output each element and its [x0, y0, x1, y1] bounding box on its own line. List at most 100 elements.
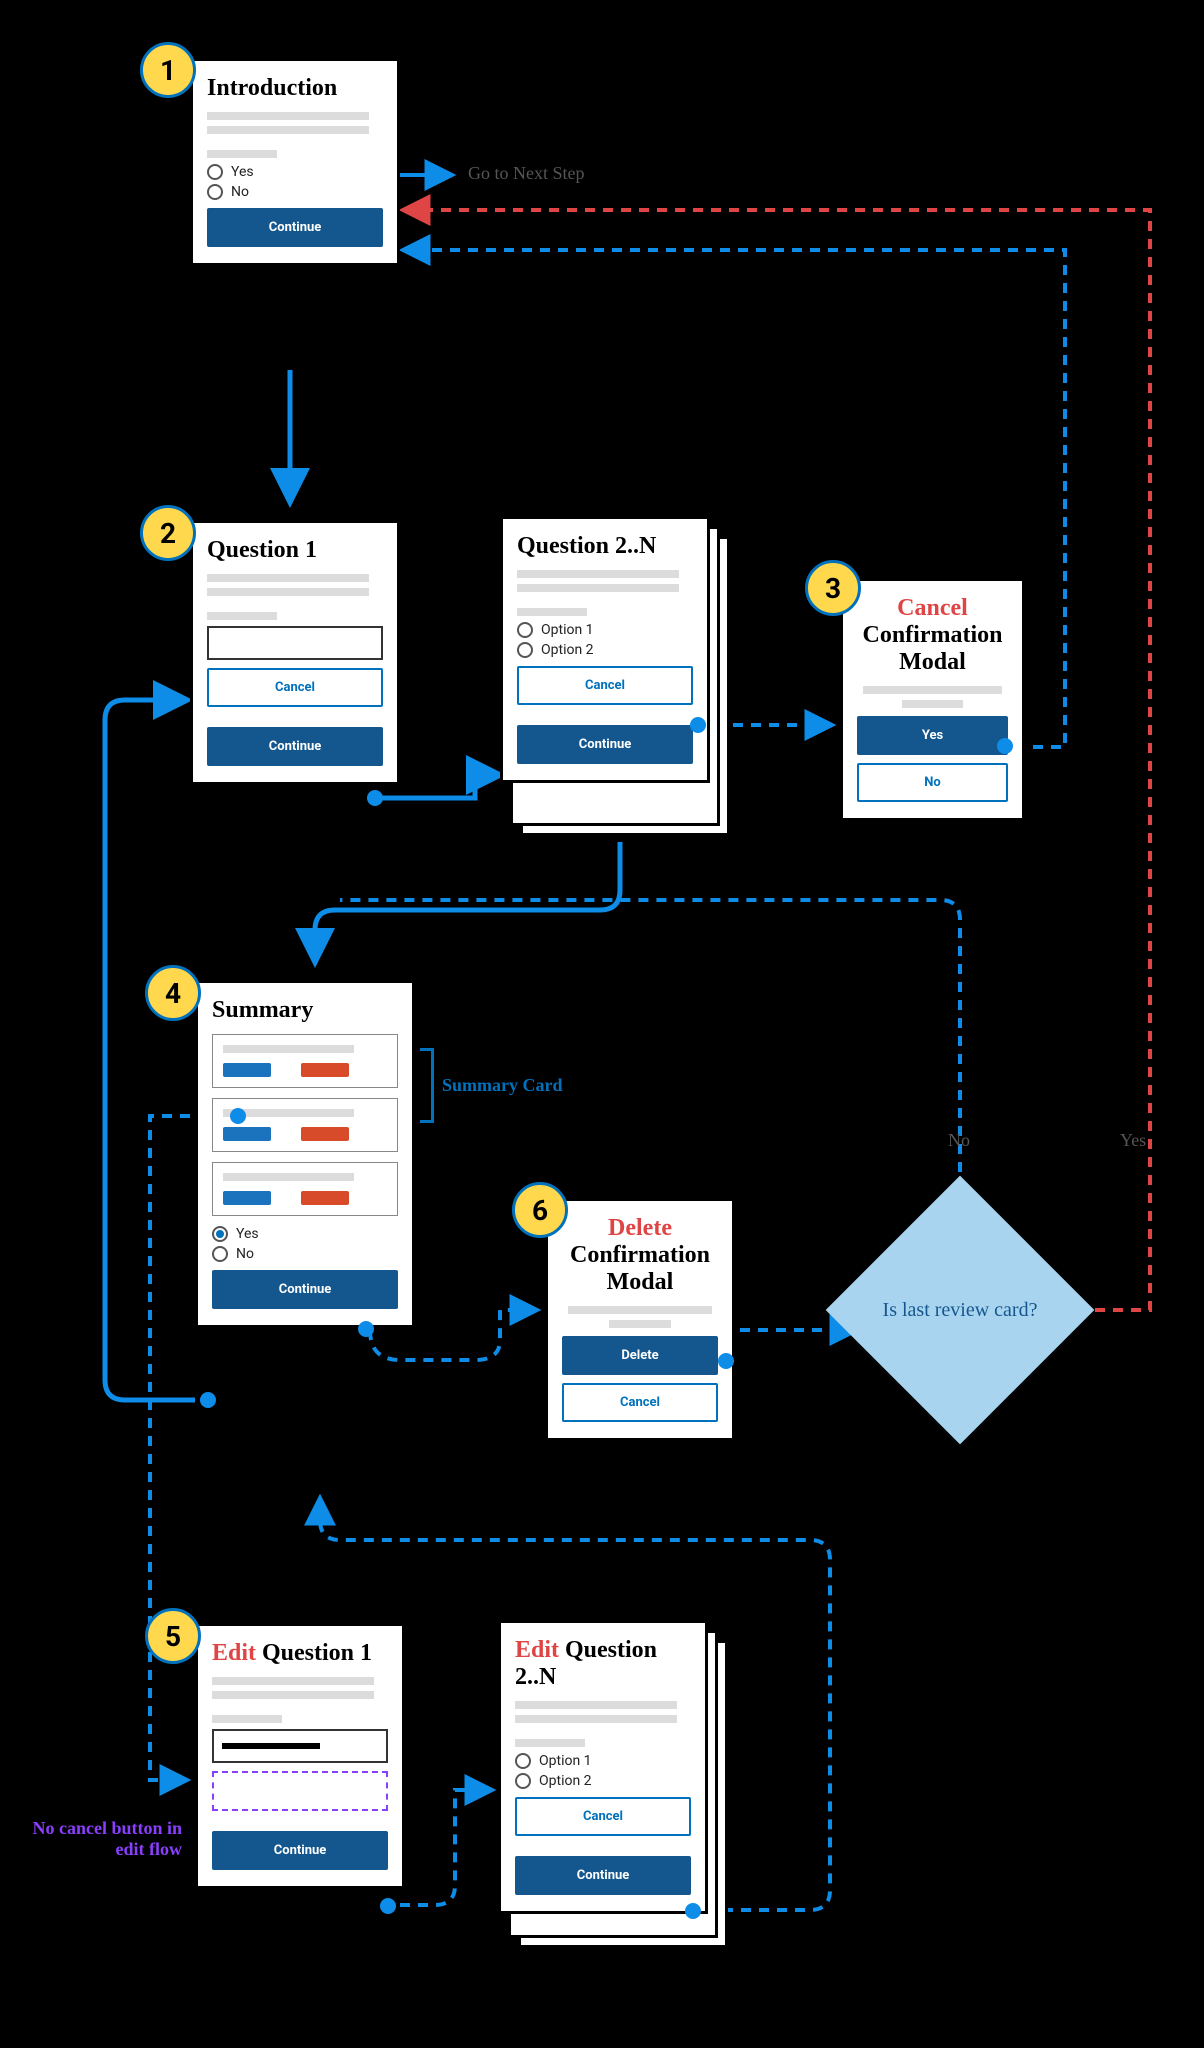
- placeholder: [207, 150, 277, 158]
- placeholder: [517, 584, 679, 592]
- radio-icon: [212, 1246, 228, 1262]
- card-title: Edit Question 1: [212, 1640, 388, 1667]
- continue-button[interactable]: Continue: [207, 727, 383, 766]
- card-cancel-modal: CancelConfirmation Modal Yes No: [840, 578, 1025, 821]
- radio-option1[interactable]: Option 1: [515, 1753, 691, 1769]
- radio-option2[interactable]: Option 2: [515, 1773, 691, 1789]
- badge-num: 5: [165, 1620, 181, 1653]
- placeholder: [515, 1739, 585, 1747]
- radio-label: Yes: [231, 164, 254, 180]
- button-label: Continue: [579, 737, 632, 752]
- edit-mini-button[interactable]: [223, 1191, 271, 1205]
- card-edit-qn: Edit Question 2..N Option 1 Option 2 Can…: [498, 1620, 708, 1914]
- radio-label: Option 1: [539, 1753, 592, 1769]
- delete-mini-button[interactable]: [301, 1127, 349, 1141]
- button-label: Continue: [279, 1282, 332, 1297]
- title-rest: Confirmation Modal: [570, 1242, 710, 1295]
- flow-dot: [367, 790, 383, 806]
- button-label: Cancel: [275, 680, 315, 695]
- card-summary: Summary Yes No Continue: [195, 980, 415, 1328]
- placeholder: [609, 1320, 671, 1328]
- title-red: Edit: [515, 1637, 559, 1663]
- card-edit-q1: Edit Question 1 Continue: [195, 1623, 405, 1889]
- placeholder: [207, 112, 369, 120]
- placeholder: [212, 1715, 282, 1723]
- placeholder: [207, 612, 277, 620]
- card-title: Introduction: [207, 75, 383, 102]
- button-label: Cancel: [585, 678, 625, 693]
- placeholder: [902, 700, 962, 708]
- flow-dot: [690, 717, 706, 733]
- continue-button[interactable]: Continue: [212, 1270, 398, 1309]
- placeholder: [223, 1045, 354, 1053]
- flow-dot: [200, 1392, 216, 1408]
- badge-4: 4: [145, 965, 201, 1021]
- delete-mini-button[interactable]: [301, 1191, 349, 1205]
- title-red: Cancel: [897, 595, 968, 621]
- edit-mini-button[interactable]: [223, 1063, 271, 1077]
- cancel-button[interactable]: Cancel: [515, 1797, 691, 1836]
- radio-yes[interactable]: Yes: [207, 164, 383, 180]
- placeholder: [863, 686, 1002, 694]
- placeholder: [517, 570, 679, 578]
- radio-icon: [515, 1773, 531, 1789]
- badge-num: 6: [532, 1194, 548, 1227]
- card-title: Question 1: [207, 537, 383, 564]
- button-label: No: [924, 775, 941, 790]
- flow-diagram: 1 Introduction Yes No Continue Go to Nex…: [0, 0, 1204, 2048]
- flow-dot: [685, 1903, 701, 1919]
- badge-num: 2: [160, 517, 176, 550]
- continue-button[interactable]: Continue: [515, 1856, 691, 1895]
- continue-button[interactable]: Continue: [212, 1831, 388, 1870]
- radio-no[interactable]: No: [212, 1246, 398, 1262]
- input-value: [222, 1743, 320, 1749]
- edit-mini-button[interactable]: [223, 1127, 271, 1141]
- bracket-icon: [420, 1048, 434, 1123]
- flow-dot: [380, 1898, 396, 1914]
- button-label: Delete: [621, 1348, 658, 1363]
- radio-no[interactable]: No: [207, 184, 383, 200]
- badge-1: 1: [140, 42, 196, 98]
- radio-option1[interactable]: Option 1: [517, 622, 693, 638]
- cancel-button[interactable]: Cancel: [517, 666, 693, 705]
- cancel-button[interactable]: Cancel: [562, 1383, 718, 1422]
- title-rest: Confirmation Modal: [863, 622, 1003, 675]
- continue-button[interactable]: Continue: [207, 208, 383, 247]
- radio-icon: [212, 1226, 228, 1242]
- flow-dot: [718, 1353, 734, 1369]
- radio-label: No: [231, 184, 249, 200]
- title-rest: Question 1: [256, 1640, 372, 1666]
- badge-5: 5: [145, 1608, 201, 1664]
- text-input[interactable]: [207, 626, 383, 660]
- continue-button[interactable]: Continue: [517, 725, 693, 764]
- card-delete-modal: DeleteConfirmation Modal Delete Cancel: [545, 1198, 735, 1441]
- radio-yes[interactable]: Yes: [212, 1226, 398, 1242]
- placeholder: [223, 1173, 354, 1181]
- placeholder: [515, 1715, 677, 1723]
- button-label: Cancel: [583, 1809, 623, 1824]
- no-button[interactable]: No: [857, 763, 1008, 802]
- badge-3: 3: [805, 560, 861, 616]
- radio-label: Option 2: [539, 1773, 592, 1789]
- text-input[interactable]: [212, 1729, 388, 1763]
- radio-option2[interactable]: Option 2: [517, 642, 693, 658]
- badge-num: 4: [165, 977, 181, 1010]
- radio-icon: [207, 164, 223, 180]
- summary-card: [212, 1034, 398, 1088]
- cancel-button[interactable]: Cancel: [207, 668, 383, 707]
- radio-label: Option 2: [541, 642, 594, 658]
- delete-button[interactable]: Delete: [562, 1336, 718, 1375]
- summary-card: [212, 1098, 398, 1152]
- card-question-n: Question 2..N Option 1 Option 2 Cancel C…: [500, 516, 710, 783]
- badge-6: 6: [512, 1182, 568, 1238]
- yes-button[interactable]: Yes: [857, 716, 1008, 755]
- delete-mini-button[interactable]: [301, 1063, 349, 1077]
- placeholder: [515, 1701, 677, 1709]
- radio-label: Yes: [236, 1226, 259, 1242]
- button-label: Continue: [577, 1868, 630, 1883]
- decision-yes-label: Yes: [1120, 1130, 1146, 1151]
- placeholder: [212, 1677, 374, 1685]
- card-introduction: Introduction Yes No Continue: [190, 58, 400, 266]
- placeholder: [207, 588, 369, 596]
- placeholder: [212, 1691, 374, 1699]
